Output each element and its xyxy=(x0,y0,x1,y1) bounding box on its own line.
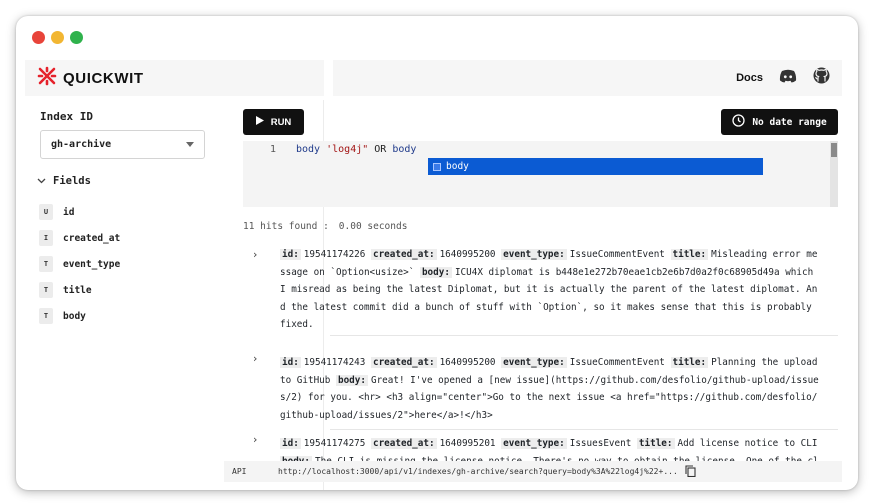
line-number: 1 xyxy=(270,144,277,155)
field-value: 1640995200 xyxy=(439,357,496,368)
field-type-badge: T xyxy=(39,256,53,272)
quickwit-logo-icon xyxy=(37,66,57,91)
field-value: 19541174275 xyxy=(303,438,366,449)
chevron-right-icon[interactable]: › xyxy=(253,433,257,446)
field-name: created_at xyxy=(63,232,121,244)
query-text[interactable]: body 'log4j" OR body xyxy=(296,144,416,155)
field-type-badge: T xyxy=(39,282,53,298)
caret-down-icon xyxy=(186,142,194,147)
query-token-field: body xyxy=(296,144,327,155)
field-value: Add license notice to CLI xyxy=(677,438,818,449)
field-item-event-type[interactable]: T event_type xyxy=(39,251,120,277)
field-key: body: xyxy=(419,266,452,278)
minimize-window-button[interactable] xyxy=(51,31,64,44)
logo-bar: QUICKWIT xyxy=(25,60,324,96)
query-token-operator: OR xyxy=(368,144,393,155)
copy-icon[interactable] xyxy=(685,464,696,479)
field-type-badge: I xyxy=(39,230,53,246)
api-bar: API http://localhost:3000/api/v1/indexes… xyxy=(224,461,842,482)
result-content: id: 19541174226 created_at: 1640995200 eve… xyxy=(280,246,821,334)
hits-summary: 11 hits found : 0.00 seconds xyxy=(243,221,407,232)
field-value: IssueCommentEvent xyxy=(569,357,665,368)
field-value: IssuesEvent xyxy=(569,438,632,449)
field-item-id[interactable]: U id xyxy=(39,199,120,225)
field-key: created_at: xyxy=(370,249,437,260)
field-type-badge: T xyxy=(39,308,53,324)
field-value: 1640995200 xyxy=(439,249,496,260)
results-list: › id: 19541174226 created_at: 1640995200 e… xyxy=(243,243,843,465)
result-divider xyxy=(330,429,838,430)
field-item-created-at[interactable]: I created_at xyxy=(39,225,120,251)
field-key: title: xyxy=(636,438,675,449)
result-divider xyxy=(330,335,838,336)
field-key: event_type: xyxy=(501,249,567,260)
fields-label: Fields xyxy=(53,175,91,187)
field-key: created_at: xyxy=(370,357,437,368)
result-content: id: 19541174243 created_at: 1640995200 eve… xyxy=(280,354,821,424)
field-name: body xyxy=(63,310,86,322)
api-label: API xyxy=(232,467,247,476)
field-key: event_type: xyxy=(501,438,567,449)
chevron-down-icon xyxy=(37,175,46,187)
app-window: QUICKWIT Docs Index ID gh-archive Fields… xyxy=(16,16,858,490)
index-id-select[interactable]: gh-archive xyxy=(40,130,205,159)
field-key: title: xyxy=(670,357,709,368)
github-icon[interactable] xyxy=(813,67,830,89)
field-key: title: xyxy=(670,249,709,260)
top-nav: Docs xyxy=(333,60,842,96)
discord-icon[interactable] xyxy=(779,69,797,88)
field-key: id: xyxy=(280,438,301,449)
chevron-right-icon[interactable]: › xyxy=(253,352,257,365)
autocomplete-suggestion[interactable]: body xyxy=(428,158,763,175)
field-symbol-icon xyxy=(433,162,441,171)
field-item-title[interactable]: T title xyxy=(39,277,120,303)
date-range-button[interactable]: No date range xyxy=(721,109,838,135)
field-name: id xyxy=(63,206,75,218)
editor-gutter: 1 xyxy=(243,141,293,207)
docs-link[interactable]: Docs xyxy=(736,72,763,84)
query-token-string: 'log4j" xyxy=(326,144,369,155)
close-window-button[interactable] xyxy=(32,31,45,44)
suggestion-label: body xyxy=(446,161,469,172)
editor-scrollbar[interactable] xyxy=(830,141,838,207)
run-button[interactable]: RUN xyxy=(243,109,304,135)
clock-icon xyxy=(732,114,745,130)
date-range-label: No date range xyxy=(752,116,827,128)
brand-name: QUICKWIT xyxy=(63,69,144,87)
window-controls xyxy=(32,31,83,44)
field-key: event_type: xyxy=(501,357,567,368)
api-url[interactable]: http://localhost:3000/api/v1/indexes/gh-… xyxy=(278,467,678,476)
run-label: RUN xyxy=(270,116,292,128)
maximize-window-button[interactable] xyxy=(70,31,83,44)
field-name: title xyxy=(63,284,92,296)
query-time: 0.00 seconds xyxy=(338,221,408,232)
field-key: body: xyxy=(335,374,368,386)
fields-toggle[interactable]: Fields xyxy=(37,175,91,187)
field-key: created_at: xyxy=(370,438,437,449)
query-token-field: body xyxy=(392,144,417,155)
field-name: event_type xyxy=(63,258,121,270)
field-value: IssueCommentEvent xyxy=(569,249,665,260)
index-id-value: gh-archive xyxy=(51,139,112,150)
chevron-right-icon[interactable]: › xyxy=(253,248,257,261)
field-key: id: xyxy=(280,357,301,368)
field-value: 19541174243 xyxy=(303,357,366,368)
index-id-label: Index ID xyxy=(40,110,93,123)
field-value: 19541174226 xyxy=(303,249,366,260)
field-type-badge: U xyxy=(39,204,53,220)
field-list: U id I created_at T event_type T title T… xyxy=(39,199,120,329)
play-icon xyxy=(255,116,264,128)
field-value: 1640995201 xyxy=(439,438,496,449)
field-key: id: xyxy=(280,249,301,260)
field-item-body[interactable]: T body xyxy=(39,303,120,329)
scrollbar-thumb[interactable] xyxy=(831,143,837,157)
hits-count: 11 hits found : xyxy=(243,221,329,232)
